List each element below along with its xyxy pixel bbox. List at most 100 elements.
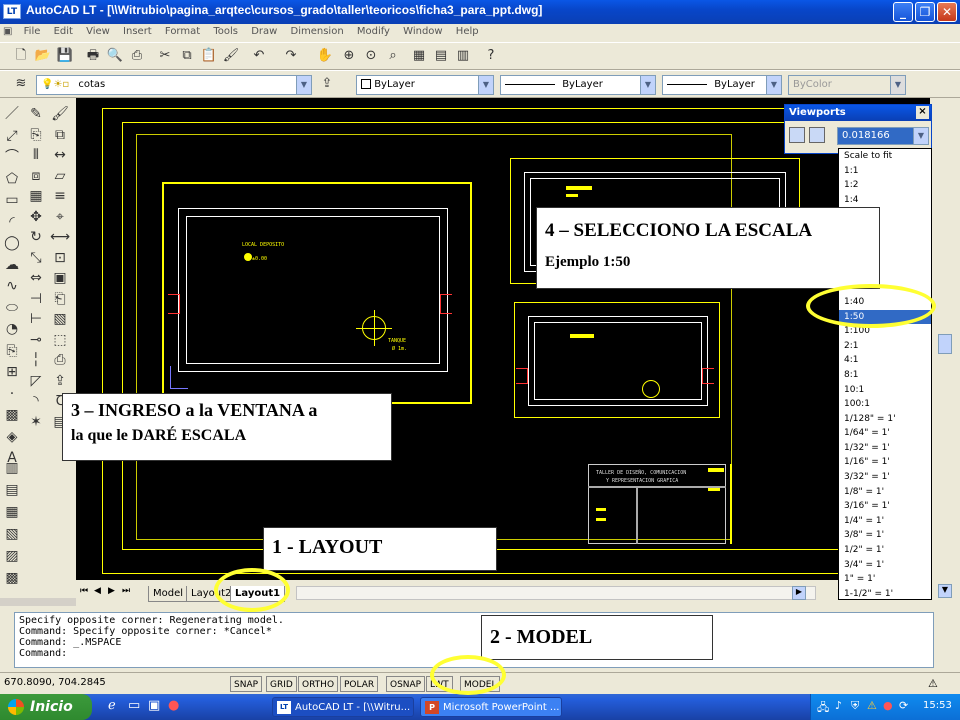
viewports-title[interactable]: Viewports × xyxy=(785,105,931,121)
tray-update-icon[interactable]: ⟳ xyxy=(899,699,908,712)
scroll-thumb[interactable] xyxy=(938,334,952,354)
tray-shield-icon[interactable]: ⛨ xyxy=(851,699,859,713)
revision-cloud-icon[interactable]: ☁ xyxy=(2,255,22,275)
plot-icon[interactable]: ⎙ xyxy=(50,350,70,370)
scale-icon[interactable]: ⤡ xyxy=(26,248,46,268)
point-icon[interactable]: · xyxy=(2,384,22,404)
rotate-icon[interactable]: ↻ xyxy=(26,227,46,247)
list-icon[interactable]: ≡ xyxy=(50,186,70,206)
scale-option[interactable]: 1/64" = 1' xyxy=(839,426,931,441)
scale-option[interactable]: 2:1 xyxy=(839,339,931,354)
circle-icon[interactable]: ◯ xyxy=(2,233,22,253)
layer-manager-icon[interactable]: ≋ xyxy=(12,75,30,93)
scale-option[interactable]: 1-1/2" = 1' xyxy=(839,587,931,602)
block-editor-icon[interactable]: ▣ xyxy=(50,268,70,288)
copy-icon[interactable]: ⧉ xyxy=(178,47,196,65)
close-button[interactable]: ✕ xyxy=(937,2,957,22)
print-icon[interactable]: 🖶 xyxy=(84,47,102,65)
chevron-down-icon[interactable]: ▼ xyxy=(296,76,311,94)
paste-icon[interactable]: 📋 xyxy=(200,47,218,65)
scroll-right-icon[interactable]: ▶ xyxy=(792,586,806,600)
grid-toggle[interactable]: GRID xyxy=(266,676,297,692)
tab-nav-next-icon[interactable]: ▶ xyxy=(108,586,115,596)
properties-icon[interactable]: ▦ xyxy=(410,47,428,65)
spline-icon[interactable]: ∿ xyxy=(2,276,22,296)
menu-window[interactable]: Window xyxy=(398,24,447,39)
undo-icon[interactable]: ↶ xyxy=(250,47,268,65)
layer-combo[interactable]: 💡☀▫ cotas ▼ xyxy=(36,75,312,95)
single-viewport-icon[interactable] xyxy=(809,127,825,143)
tray-antivirus-icon[interactable]: ● xyxy=(883,699,893,712)
task-powerpoint[interactable]: P Microsoft PowerPoint ... xyxy=(420,697,562,717)
menu-view[interactable]: View xyxy=(81,24,115,39)
scale-option[interactable]: 1:4 xyxy=(839,193,931,208)
dimension-icon[interactable]: ⟷ xyxy=(50,227,70,247)
scale-option[interactable]: 1/32" = 1' xyxy=(839,441,931,456)
zoom-window-icon[interactable]: ⊙ xyxy=(362,47,380,65)
menu-insert[interactable]: Insert xyxy=(118,24,157,39)
chevron-down-icon[interactable]: ▼ xyxy=(913,128,928,144)
design-center-icon[interactable]: ▤ xyxy=(432,47,450,65)
drawing-canvas[interactable]: LOCAL DEPOSITO ±0.00 TANQUE Ø 1m. TALLER… xyxy=(76,98,930,580)
menu-draw[interactable]: Draw xyxy=(246,24,282,39)
scale-option[interactable]: 3/4" = 1' xyxy=(839,558,931,573)
document-icon[interactable]: ▣ xyxy=(0,24,15,39)
tool-palettes-icon[interactable]: ▥ xyxy=(454,47,472,65)
scale-option[interactable]: 4:1 xyxy=(839,353,931,368)
minimize-button[interactable]: _ xyxy=(893,2,913,22)
scale-option[interactable]: Scale to fit xyxy=(839,149,931,164)
scale-option[interactable]: 1/8" = 1' xyxy=(839,485,931,500)
media-icon[interactable]: ● xyxy=(168,698,179,713)
construction-line-icon[interactable]: ⤢ xyxy=(2,126,22,146)
polygon-icon[interactable]: ⬠ xyxy=(2,169,22,189)
autocad-lt-icon[interactable]: LT xyxy=(3,4,21,19)
viewport-dialog-icon[interactable] xyxy=(789,127,805,143)
erase-icon[interactable]: ✎ xyxy=(26,104,46,124)
make-current-icon[interactable]: ⇪ xyxy=(318,75,336,93)
open-icon[interactable]: 📂 xyxy=(34,47,52,65)
tab-nav-last-icon[interactable]: ⏭ xyxy=(122,586,130,596)
horizontal-scrollbar[interactable] xyxy=(296,586,816,600)
offset-icon[interactable]: ⧈ xyxy=(26,166,46,186)
publish-icon[interactable]: ⎙ xyxy=(128,47,146,65)
zoom-previous-icon[interactable]: ⌕ xyxy=(384,47,402,65)
tray-sound-icon[interactable]: ♪ xyxy=(835,699,842,712)
chamfer-icon[interactable]: ◸ xyxy=(26,371,46,391)
redo-icon[interactable]: ↷ xyxy=(282,47,300,65)
arc-icon[interactable]: ◜ xyxy=(2,212,22,232)
properties-small-icon[interactable]: ▥ xyxy=(2,458,22,478)
tray-settings-icon[interactable]: ⚠ xyxy=(928,677,938,690)
scale-option[interactable]: 1:2 xyxy=(839,178,931,193)
design-center-small-icon[interactable]: ▤ xyxy=(2,480,22,500)
explorer-icon[interactable]: ▣ xyxy=(148,698,160,713)
area-icon[interactable]: ▱ xyxy=(50,166,70,186)
explode-icon[interactable]: ✶ xyxy=(26,412,46,432)
linetype-combo[interactable]: ByLayer ▼ xyxy=(500,75,656,95)
image-icon[interactable]: ▧ xyxy=(50,309,70,329)
tab-nav-prev-icon[interactable]: ◀ xyxy=(94,586,101,596)
extend-icon[interactable]: ⊢ xyxy=(26,309,46,329)
layer-states-icon[interactable]: ⧉ xyxy=(50,125,70,145)
menu-dimension[interactable]: Dimension xyxy=(286,24,349,39)
pan-icon[interactable]: ✋ xyxy=(316,47,334,65)
rectangle-icon[interactable]: ▭ xyxy=(2,190,22,210)
color-combo[interactable]: ByLayer ▼ xyxy=(356,75,494,95)
match-properties-icon[interactable]: 🖌 xyxy=(222,47,240,65)
tolerance-icon[interactable]: ⊡ xyxy=(50,248,70,268)
menu-tools[interactable]: Tools xyxy=(208,24,243,39)
ortho-toggle[interactable]: ORTHO xyxy=(298,676,339,692)
menu-format[interactable]: Format xyxy=(160,24,205,39)
polar-toggle[interactable]: POLAR xyxy=(340,676,379,692)
markup-icon[interactable]: ▨ xyxy=(2,546,22,566)
polyline-icon[interactable]: ⌒ xyxy=(2,147,22,167)
menu-help[interactable]: Help xyxy=(451,24,484,39)
chevron-down-icon[interactable]: ▼ xyxy=(640,76,655,94)
publish-icon[interactable]: ⇪ xyxy=(50,371,70,391)
chevron-down-icon[interactable]: ▼ xyxy=(478,76,493,94)
calculator-icon[interactable]: ▩ xyxy=(2,568,22,588)
scale-option[interactable]: 10:1 xyxy=(839,383,931,398)
scale-option[interactable]: 1/128" = 1' xyxy=(839,412,931,427)
chevron-down-icon[interactable]: ▼ xyxy=(890,76,905,94)
move-icon[interactable]: ✥ xyxy=(26,207,46,227)
scale-option[interactable]: 1/4" = 1' xyxy=(839,514,931,529)
